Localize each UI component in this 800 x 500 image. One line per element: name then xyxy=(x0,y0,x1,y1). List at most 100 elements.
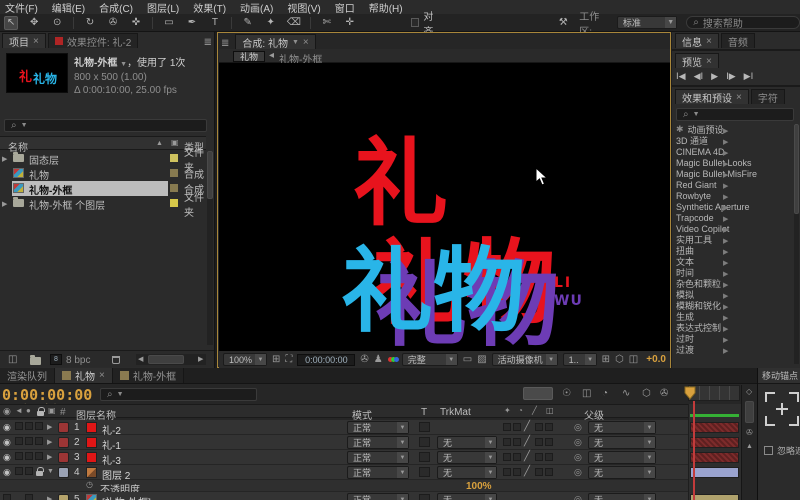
effects-search-input[interactable]: ⌕ ▼ xyxy=(676,108,794,121)
project-hscrollbar[interactable]: ◀ ▶ xyxy=(136,354,206,365)
play-button[interactable]: ▶ xyxy=(711,71,718,82)
fast-previews-icon[interactable]: ⬡ xyxy=(615,354,624,365)
effects-scrollbar[interactable] xyxy=(794,124,799,364)
eye-toggle[interactable]: ◉ xyxy=(3,467,13,478)
mode-dropdown[interactable]: 正常 ▼ xyxy=(347,436,409,449)
view-layout-dropdown[interactable]: 1.. ▼ xyxy=(562,353,597,366)
menu-composition[interactable]: 合成(C) xyxy=(99,0,133,15)
t-switch[interactable] xyxy=(419,452,430,462)
tab-render-queue[interactable]: 渲染队列 xyxy=(0,368,55,383)
shape-tool-icon[interactable]: ▭ xyxy=(162,16,176,30)
parent-pickwhip-icon[interactable]: ◎ xyxy=(574,452,582,463)
layer-row-1[interactable]: ◉ ▶ 1 礼-2 正常 ▼ ╱ ◎ 无 ▼ xyxy=(0,420,688,437)
label-swatch[interactable] xyxy=(170,169,178,177)
motion-blur-icon[interactable]: ◔ xyxy=(602,389,608,399)
comp-minimap-button[interactable] xyxy=(523,387,553,400)
layer-bar-4[interactable] xyxy=(690,467,739,478)
timeline-button-icon[interactable]: ◫ xyxy=(629,354,638,365)
layer-bar-2[interactable] xyxy=(690,437,739,448)
layer-row-2[interactable]: ◉ ▶ 2 礼-1 正常 ▼ 无 ▼ ╱ ◎ 无 ▼ xyxy=(0,435,688,452)
pen-tool-icon[interactable]: ✒ xyxy=(185,16,199,30)
twirl-icon[interactable]: ▶ xyxy=(47,423,52,431)
label-swatch[interactable] xyxy=(58,467,69,478)
close-icon[interactable]: × xyxy=(706,36,712,47)
puppet-tool-icon[interactable]: ✛ xyxy=(343,16,357,30)
tab-audio[interactable]: 音频 xyxy=(720,33,755,49)
rotate-tool-icon[interactable]: ↻ xyxy=(83,16,97,30)
fx-category-animation-presets[interactable]: ▶ ✱ 动画预设 xyxy=(676,124,794,135)
hide-shy-icon[interactable]: ☉ xyxy=(562,389,571,399)
av-features-icon[interactable]: ✇ xyxy=(746,429,753,437)
opacity-value[interactable]: 100% xyxy=(466,481,492,492)
tab-timeline-liwu[interactable]: 礼物 × xyxy=(55,368,113,383)
menu-help[interactable]: 帮助(H) xyxy=(369,0,403,15)
tab-move-anchor[interactable]: 移动锚点 xyxy=(762,369,798,382)
project-row-liwu-layers[interactable]: ▶ 礼物-外框 个图层 文件夹 xyxy=(0,193,206,219)
help-search-input[interactable]: ⌕ 搜索帮助 xyxy=(686,16,800,30)
fx-category[interactable]: ▶ 杂色和颗粒 xyxy=(676,278,794,289)
brush-tool-icon[interactable]: ✎ xyxy=(241,16,255,30)
parent-pickwhip-icon[interactable]: ◎ xyxy=(574,422,582,433)
panel-menu-icon[interactable]: ≣ xyxy=(204,38,212,48)
tab-character[interactable]: 字符 xyxy=(750,89,785,105)
camera-tool-icon[interactable]: ✇ xyxy=(106,16,120,30)
parent-dropdown[interactable]: 无 ▼ xyxy=(588,451,656,464)
label-swatch[interactable] xyxy=(58,452,69,463)
anchor-grid-widget[interactable] xyxy=(765,392,799,426)
roto-brush-tool-icon[interactable]: ✄ xyxy=(320,16,334,30)
current-time-indicator-line[interactable] xyxy=(693,401,695,500)
parent-pickwhip-icon[interactable]: ◎ xyxy=(574,494,582,500)
fx-category[interactable]: ▶ Synthetic Aperture xyxy=(676,201,794,213)
menu-animation[interactable]: 动画(A) xyxy=(240,0,273,15)
frame-blend-icon[interactable]: ◫ xyxy=(582,389,591,399)
workspace-dropdown[interactable]: 标准 ▼ xyxy=(616,16,678,29)
camera-view-dropdown[interactable]: 活动摄像机 ▼ xyxy=(491,353,558,366)
draft-3d-icon[interactable]: ⬡ xyxy=(642,389,651,399)
fx-category[interactable]: ▶ 时间 xyxy=(676,267,794,278)
project-search-input[interactable]: ⌕ ▼ xyxy=(4,119,207,132)
fx-category[interactable]: ▶ 扭曲 xyxy=(676,245,794,256)
exposure-value[interactable]: +0.0 xyxy=(646,354,666,365)
graph-editor-icon[interactable]: ∿ xyxy=(622,389,630,399)
eye-toggle[interactable]: ◉ xyxy=(3,452,13,463)
twirl-icon[interactable]: ▶ xyxy=(47,453,52,461)
parent-pickwhip-icon[interactable]: ◎ xyxy=(574,467,582,478)
parent-dropdown[interactable]: 无 ▼ xyxy=(588,466,656,479)
composition-viewport[interactable]: 礼 礼物 礼物 礼物 LI WU xyxy=(219,63,670,351)
snap-checkbox[interactable] xyxy=(411,18,420,27)
project-scrollbar[interactable] xyxy=(207,151,213,345)
close-icon[interactable]: × xyxy=(303,37,309,48)
project-row-liwu[interactable]: 礼物 合成 xyxy=(0,166,206,182)
trash-icon[interactable] xyxy=(112,356,120,364)
close-icon[interactable]: × xyxy=(706,56,712,67)
fx-category[interactable]: ▶ Rowbyte xyxy=(676,190,794,202)
fx-category[interactable]: ▶ Video Copilot xyxy=(676,223,794,235)
trkmat-dropdown[interactable]: 无 ▼ xyxy=(437,466,497,479)
fx-category[interactable]: ▶ Magic Bullet MisFire xyxy=(676,168,794,180)
fx-category[interactable]: ▶ 模糊和锐化 xyxy=(676,300,794,311)
project-row-liwu-frame[interactable]: 礼物-外框 合成 xyxy=(0,181,206,197)
layer-name[interactable]: [礼物-外框] xyxy=(102,494,151,500)
t-switch[interactable] xyxy=(419,467,430,477)
pan-behind-tool-icon[interactable]: ✜ xyxy=(129,16,143,30)
color-depth[interactable]: 8 bpc xyxy=(66,355,90,366)
show-channel-icon[interactable] xyxy=(387,354,399,365)
tab-effect-controls[interactable]: 效果控件: 礼-2 xyxy=(47,33,139,49)
target-region-icon[interactable]: ▭ xyxy=(463,354,472,365)
tab-info[interactable]: 信息 × xyxy=(675,33,719,49)
show-snapshot-icon[interactable]: ♟ xyxy=(374,354,383,365)
mode-dropdown[interactable]: 正常 ▼ xyxy=(347,421,409,434)
menu-effect[interactable]: 效果(T) xyxy=(193,0,226,15)
eye-toggle[interactable]: ◉ xyxy=(3,437,13,448)
label-swatch[interactable] xyxy=(58,422,69,433)
menu-view[interactable]: 视图(V) xyxy=(287,0,320,15)
fx-category[interactable]: ▶ Trapcode xyxy=(676,212,794,224)
property-row-opacity[interactable]: ◷ 不透明度 100% xyxy=(0,480,688,496)
fx-category[interactable]: ▶ Magic Bullet Looks xyxy=(676,157,794,169)
label-swatch[interactable] xyxy=(170,154,178,162)
first-frame-button[interactable]: Ⅰ◀ xyxy=(676,71,686,82)
fx-category[interactable]: ▶ 文本 xyxy=(676,256,794,267)
magnification-dropdown[interactable]: 100% ▼ xyxy=(223,353,267,366)
parent-pickwhip-icon[interactable]: ◎ xyxy=(574,437,582,448)
prev-frame-button[interactable]: ◀Ⅰ xyxy=(694,71,704,82)
